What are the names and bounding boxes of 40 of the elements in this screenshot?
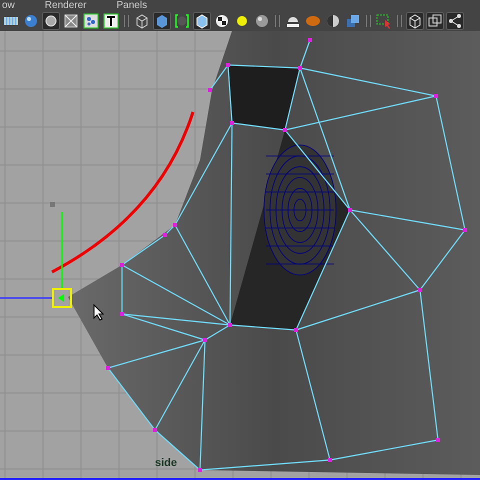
camera-label: side bbox=[155, 457, 178, 469]
toolbar-button[interactable] bbox=[406, 12, 424, 30]
wireframe-cube-icon bbox=[134, 13, 150, 29]
overlapping-squares-icon bbox=[427, 13, 443, 29]
toolbar-button[interactable] bbox=[426, 12, 444, 30]
toolbar-button[interactable] bbox=[22, 12, 40, 30]
bracketed-sphere-icon bbox=[174, 13, 190, 29]
toolbar-button[interactable] bbox=[446, 12, 464, 30]
toolbar-button[interactable] bbox=[62, 12, 80, 30]
toolbar-button[interactable] bbox=[102, 12, 120, 30]
sphere-icon bbox=[23, 13, 39, 29]
toolbar-button[interactable] bbox=[213, 12, 231, 30]
shaded-ball-icon bbox=[254, 13, 270, 29]
ellipsoid-icon bbox=[305, 13, 321, 29]
cube-icon bbox=[194, 13, 210, 29]
dots-icon bbox=[83, 13, 99, 29]
checker-ball-icon bbox=[214, 13, 230, 29]
menu-item[interactable]: ow bbox=[2, 0, 15, 11]
polygon-mesh-drawing[interactable] bbox=[68, 31, 480, 475]
toolbar-button[interactable] bbox=[42, 12, 60, 30]
text-icon bbox=[103, 13, 119, 29]
stacked-cubes-icon bbox=[345, 13, 361, 29]
shaded-cube-icon bbox=[154, 13, 170, 29]
toolbar-button[interactable] bbox=[82, 12, 100, 30]
move-manipulator-drawing[interactable] bbox=[0, 202, 72, 308]
viewport[interactable]: side bbox=[0, 31, 480, 480]
menu-item[interactable]: Renderer bbox=[44, 0, 86, 11]
toolbar-button[interactable] bbox=[253, 12, 271, 30]
mouse-pointer-icon bbox=[94, 304, 104, 321]
cube-outline-icon bbox=[407, 13, 423, 29]
light-ball-icon bbox=[234, 13, 250, 29]
toolbar-button[interactable] bbox=[193, 12, 211, 30]
crossed-grid-icon bbox=[63, 13, 79, 29]
toolbar-button[interactable] bbox=[324, 12, 342, 30]
half-sphere-icon bbox=[325, 13, 341, 29]
toolbar-button[interactable] bbox=[173, 12, 191, 30]
share-icon bbox=[447, 13, 463, 29]
marquee-select-icon bbox=[376, 13, 392, 29]
circle-icon bbox=[43, 13, 59, 29]
menu-item[interactable]: Panels bbox=[116, 0, 148, 11]
